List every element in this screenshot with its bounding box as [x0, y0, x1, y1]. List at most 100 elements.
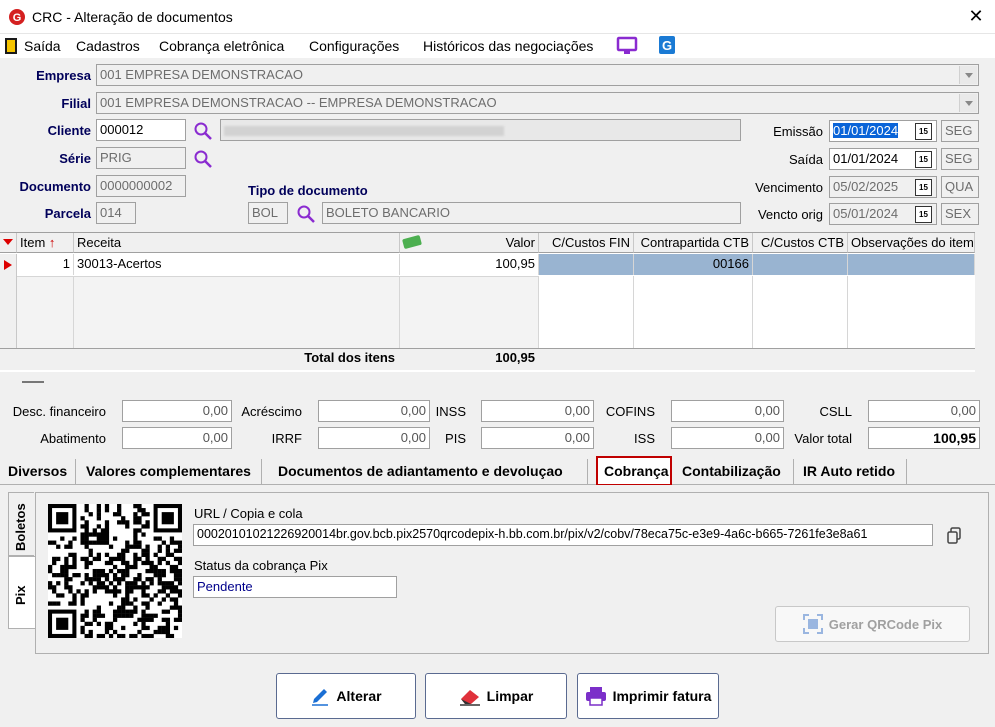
- inss-input[interactable]: 0,00: [481, 400, 594, 422]
- side-tab-boletos[interactable]: Boletos: [8, 492, 34, 556]
- documento-input[interactable]: 0000000002: [96, 175, 186, 197]
- copy-icon[interactable]: [946, 527, 962, 544]
- calendar-icon[interactable]: 15: [915, 206, 932, 223]
- irrf-label: IRRF: [271, 431, 302, 446]
- desc-fin-input[interactable]: 0,00: [122, 400, 232, 422]
- empty-cell: [17, 276, 74, 348]
- cofins-input[interactable]: 0,00: [671, 400, 784, 422]
- grid-header-receita[interactable]: Receita: [74, 233, 400, 253]
- exit-door-icon[interactable]: [4, 37, 18, 55]
- emissao-label: Emissão: [773, 124, 823, 139]
- menu-cadastros[interactable]: Cadastros: [76, 38, 140, 54]
- csll-label: CSLL: [819, 404, 852, 419]
- current-row-icon: [4, 260, 12, 270]
- irrf-input[interactable]: 0,00: [318, 427, 430, 449]
- tab-ir-auto-retido[interactable]: IR Auto retido: [797, 459, 907, 484]
- parcela-input[interactable]: 014: [96, 202, 136, 224]
- search-icon[interactable]: [193, 121, 213, 141]
- abatimento-label: Abatimento: [40, 431, 106, 446]
- tipo-code-input[interactable]: BOL: [248, 202, 288, 224]
- side-tab-pix[interactable]: Pix: [8, 556, 35, 629]
- imprimir-fatura-button[interactable]: Imprimir fatura: [577, 673, 719, 719]
- printer-icon: [585, 687, 606, 706]
- grid-header-ccustos-fin[interactable]: C/Custos FIN: [539, 233, 634, 253]
- chevron-down-icon[interactable]: [959, 94, 977, 112]
- items-grid[interactable]: Item ↑ Receita Valor C/Custos FIN Contra…: [0, 232, 975, 372]
- row-ccustos-fin[interactable]: [539, 254, 634, 275]
- cliente-label: Cliente: [47, 123, 91, 138]
- row-contrapartida[interactable]: 00166: [634, 254, 753, 275]
- acrescimo-input[interactable]: 0,00: [318, 400, 430, 422]
- calendar-icon[interactable]: 15: [915, 151, 932, 168]
- emissao-day: SEG: [941, 120, 979, 142]
- row-indicator-empty: [0, 276, 17, 348]
- grid-header-item[interactable]: Item ↑: [17, 233, 74, 253]
- eraser-icon: [459, 690, 480, 706]
- grid-hscroll[interactable]: [0, 372, 995, 392]
- grid-header-observacoes[interactable]: Observações do item: [848, 233, 975, 253]
- filial-select[interactable]: 001 EMPRESA DEMONSTRACAO -- EMPRESA DEMO…: [96, 92, 979, 114]
- row-receita[interactable]: 30013-Acertos: [74, 254, 400, 275]
- svg-text:G: G: [662, 38, 672, 53]
- grid-corner: [0, 233, 17, 253]
- tab-documentos-adiantamento[interactable]: Documentos de adiantamento e devoluçao: [272, 459, 588, 484]
- cliente-input[interactable]: 000012: [96, 119, 186, 141]
- csll-input[interactable]: 0,00: [868, 400, 980, 422]
- row-valor[interactable]: 100,95: [400, 254, 539, 275]
- menu-historicos[interactable]: Históricos das negociações: [423, 38, 593, 54]
- alterar-button[interactable]: Alterar: [276, 673, 416, 719]
- cofins-label: COFINS: [605, 404, 655, 419]
- abatimento-input[interactable]: 0,00: [122, 427, 232, 449]
- close-icon[interactable]: ✕: [966, 6, 986, 27]
- imprimir-label: Imprimir fatura: [612, 688, 712, 704]
- serie-label: Série: [59, 151, 91, 166]
- iss-input[interactable]: 0,00: [671, 427, 784, 449]
- calendar-icon[interactable]: 15: [915, 123, 932, 140]
- side-tab-pix-label: Pix: [13, 585, 28, 605]
- saida-label: Saída: [789, 152, 823, 167]
- tab-contabilizacao[interactable]: Contabilização: [676, 459, 794, 484]
- calendar-icon[interactable]: 15: [915, 179, 932, 196]
- search-icon[interactable]: [296, 204, 316, 224]
- empresa-select[interactable]: 001 EMPRESA DEMONSTRACAO: [96, 64, 979, 86]
- tab-cobranca[interactable]: Cobrança: [596, 456, 672, 486]
- grid-line: [633, 276, 634, 348]
- grid-header-contrapartida[interactable]: Contrapartida CTB: [634, 233, 753, 253]
- hscroll-thumb[interactable]: [22, 381, 44, 383]
- desc-fin-label: Desc. financeiro: [12, 404, 106, 419]
- row-item[interactable]: 1: [17, 254, 74, 275]
- row-ccustos-ctb[interactable]: [753, 254, 848, 275]
- pis-label: PIS: [445, 431, 466, 446]
- row-observacoes[interactable]: [848, 254, 975, 275]
- vencto-orig-day: SEX: [941, 203, 979, 225]
- menu-cobranca-eletronica[interactable]: Cobrança eletrônica: [159, 38, 284, 54]
- menu-configuracoes[interactable]: Configurações: [309, 38, 399, 54]
- window-title: CRC - Alteração de documentos: [32, 9, 233, 25]
- acrescimo-label: Acréscimo: [241, 404, 302, 419]
- tab-diversos[interactable]: Diversos: [2, 459, 76, 484]
- menu-saida[interactable]: Saída: [24, 38, 61, 54]
- valor-total-label: Valor total: [794, 431, 852, 446]
- grid-header-ccustos-ctb[interactable]: C/Custos CTB: [753, 233, 848, 253]
- total-items-label: Total dos itens: [304, 350, 395, 365]
- empty-cell: [74, 276, 400, 348]
- documento-label: Documento: [19, 179, 92, 194]
- generate-qrcode-button[interactable]: Gerar QRCode Pix: [775, 606, 970, 642]
- saida-day: SEG: [941, 148, 979, 170]
- tipo-desc-field: BOLETO BANCARIO: [322, 202, 741, 224]
- search-icon[interactable]: [193, 149, 213, 169]
- tab-valores-complementares[interactable]: Valores complementares: [80, 459, 262, 484]
- grid-scrollbar[interactable]: [975, 232, 995, 372]
- app-g-icon[interactable]: G: [658, 35, 676, 55]
- qr-code-icon: [48, 504, 182, 638]
- generate-qrcode-label: Gerar QRCode Pix: [828, 616, 943, 632]
- limpar-button[interactable]: Limpar: [425, 673, 567, 719]
- vencimento-day: QUA: [941, 176, 979, 198]
- grid-header-valor[interactable]: Valor: [400, 233, 539, 253]
- svg-text:G: G: [13, 12, 22, 24]
- monitor-icon[interactable]: [616, 36, 638, 56]
- url-input[interactable]: 0002010102122692001​4br.gov.bcb.pix2570q…: [193, 524, 933, 546]
- serie-input[interactable]: PRIG: [96, 147, 186, 169]
- pis-input[interactable]: 0,00: [481, 427, 594, 449]
- chevron-down-icon[interactable]: [959, 66, 977, 84]
